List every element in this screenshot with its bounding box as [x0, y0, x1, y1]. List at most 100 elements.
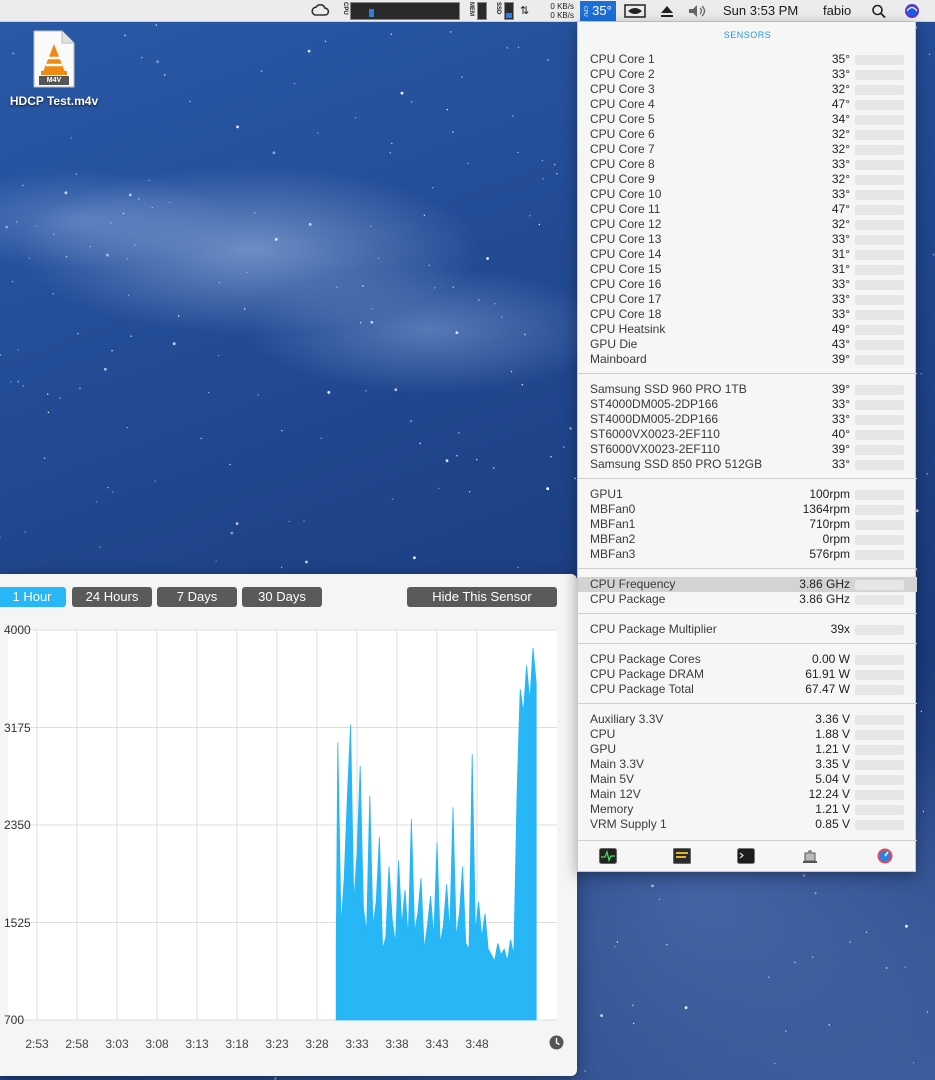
menubar-user[interactable]: fabio: [823, 0, 851, 22]
console-log-icon[interactable]: [673, 848, 691, 864]
sensor-row[interactable]: CPU Core 1 35°: [578, 52, 917, 67]
sensor-row[interactable]: CPU Package DRAM 61.91 W: [578, 667, 917, 682]
sensor-row[interactable]: CPU Core 15 31°: [578, 262, 917, 277]
spotlight-search-icon[interactable]: [871, 0, 887, 22]
sensor-row[interactable]: CPU Core 12 32°: [578, 217, 917, 232]
sensor-name: Main 3.3V: [590, 757, 645, 771]
sensor-row[interactable]: ST6000VX0023-2EF110 39°: [578, 442, 917, 457]
sensor-row[interactable]: CPU Core 10 33°: [578, 187, 917, 202]
sensor-row[interactable]: ST4000DM005-2DP166 33°: [578, 412, 917, 427]
sensor-row[interactable]: CPU Package Total 67.47 W: [578, 682, 917, 697]
sensor-name: CPU Core 3: [590, 82, 655, 96]
system-info-icon[interactable]: [801, 848, 819, 864]
sensor-name: CPU Package Total: [590, 682, 694, 696]
sensor-row[interactable]: CPU Core 7 32°: [578, 142, 917, 157]
sensor-row[interactable]: MBFan2 0rpm: [578, 532, 917, 547]
sensor-row[interactable]: CPU Core 4 47°: [578, 97, 917, 112]
eject-icon[interactable]: [660, 0, 674, 22]
sensor-row[interactable]: CPU Heatsink 49°: [578, 322, 917, 337]
sensor-row[interactable]: Memory 1.21 V: [578, 802, 917, 817]
star: [10, 381, 12, 383]
volume-icon[interactable]: [686, 0, 708, 22]
sensor-row[interactable]: Auxiliary 3.3V 3.36 V: [578, 712, 917, 727]
terminal-icon[interactable]: [737, 848, 755, 864]
sensor-name: CPU Core 16: [590, 277, 662, 291]
star: [389, 152, 391, 154]
activity-monitor-icon[interactable]: [599, 848, 617, 864]
x-tick-label: 3:33: [345, 1037, 369, 1051]
sensor-row[interactable]: CPU Core 8 33°: [578, 157, 917, 172]
sensor-row[interactable]: MBFan0 1364rpm: [578, 502, 917, 517]
clock-icon[interactable]: [549, 1035, 564, 1050]
sensor-name: Main 5V: [590, 772, 635, 786]
sensor-value: 47°: [831, 97, 850, 111]
sensor-row[interactable]: CPU Package Cores 0.00 W: [578, 652, 917, 667]
sensor-value: 47°: [831, 202, 850, 216]
sensor-history-window: 1 Hour 24 Hours 7 Days 30 Days Hide This Se…: [0, 574, 577, 1076]
sensor-row[interactable]: CPU Core 5 34°: [578, 112, 917, 127]
sensor-row[interactable]: MBFan3 576rpm: [578, 547, 917, 562]
sensor-row[interactable]: Mainboard 39°: [578, 352, 917, 367]
sensor-row[interactable]: CPU Core 11 47°: [578, 202, 917, 217]
sensor-value: 61.91 W: [805, 667, 850, 681]
cpu-meter-graph[interactable]: [350, 2, 460, 20]
sensor-row[interactable]: Main 5V 5.04 V: [578, 772, 917, 787]
sensor-row[interactable]: CPU Core 16 33°: [578, 277, 917, 292]
sensor-row[interactable]: CPU Core 9 32°: [578, 172, 917, 187]
sensor-row[interactable]: CPU Core 2 33°: [578, 67, 917, 82]
star: [632, 1004, 634, 1006]
x-tick-label: 3:23: [265, 1037, 289, 1051]
sensor-row[interactable]: ST4000DM005-2DP166 33°: [578, 397, 917, 412]
sensor-row[interactable]: CPU Core 18 33°: [578, 307, 917, 322]
sensor-level-bar: [855, 220, 904, 230]
ssd-meter-graph[interactable]: [504, 2, 514, 20]
stats-app-icon[interactable]: [876, 848, 894, 864]
sensor-row[interactable]: CPU Core 3 32°: [578, 82, 917, 97]
sensor-value: 40°: [831, 427, 850, 441]
sensor-row[interactable]: GPU 1.21 V: [578, 742, 917, 757]
group-separator: [578, 568, 917, 569]
star: [616, 941, 619, 943]
sensor-row[interactable]: CPU 1.88 V: [578, 727, 917, 742]
star: [377, 257, 380, 259]
sensor-name: CPU Core 9: [590, 172, 655, 186]
sensor-row[interactable]: Main 3.3V 3.35 V: [578, 757, 917, 772]
sensor-row[interactable]: CPU Frequency 3.86 GHz: [578, 577, 917, 592]
network-arrows-icon[interactable]: ⇅: [520, 0, 532, 22]
network-meter[interactable]: 0 KB/s 0 KB/s: [534, 2, 574, 20]
mem-meter-graph[interactable]: [477, 2, 487, 20]
x-tick-label: 3:18: [225, 1037, 249, 1051]
star: [432, 187, 434, 189]
sensor-row[interactable]: CPU Core 6 32°: [578, 127, 917, 142]
sensor-row[interactable]: CPU Core 14 31°: [578, 247, 917, 262]
sensor-row[interactable]: GPU Die 43°: [578, 337, 917, 352]
sensor-row[interactable]: MBFan1 710rpm: [578, 517, 917, 532]
sensor-row[interactable]: CPU Package 3.86 GHz: [578, 592, 917, 607]
sensor-row[interactable]: CPU Core 13 33°: [578, 232, 917, 247]
sensor-level-bar: [855, 550, 904, 560]
sensor-row[interactable]: CPU Package Multiplier 39x: [578, 622, 917, 637]
sensor-level-bar: [855, 295, 904, 305]
star: [794, 961, 796, 964]
nvidia-icon[interactable]: [624, 0, 646, 22]
star: [658, 898, 661, 900]
sensor-row[interactable]: ST6000VX0023-2EF110 40°: [578, 427, 917, 442]
star: [110, 222, 112, 224]
cpu-temp-menu[interactable]: 35°: [588, 1, 616, 21]
sensor-row[interactable]: Samsung SSD 850 PRO 512GB 33°: [578, 457, 917, 472]
sensor-level-bar: [855, 790, 904, 800]
siri-icon[interactable]: [903, 0, 921, 22]
sensor-level-bar: [855, 460, 904, 470]
star: [486, 257, 489, 260]
sensor-row[interactable]: CPU Core 17 33°: [578, 292, 917, 307]
sensor-row[interactable]: VRM Supply 1 0.85 V: [578, 817, 917, 832]
creative-cloud-icon[interactable]: [310, 0, 330, 22]
sensor-row[interactable]: Main 12V 12.24 V: [578, 787, 917, 802]
y-tick-label: 1525: [4, 915, 31, 930]
desktop-file-icon[interactable]: M4V HDCP Test.m4v: [4, 30, 104, 108]
sensor-value: 49°: [831, 322, 850, 336]
star: [215, 560, 217, 562]
menubar-clock[interactable]: Sun 3:53 PM: [723, 0, 798, 22]
sensor-row[interactable]: GPU1 100rpm: [578, 487, 917, 502]
sensor-row[interactable]: Samsung SSD 960 PRO 1TB 39°: [578, 382, 917, 397]
